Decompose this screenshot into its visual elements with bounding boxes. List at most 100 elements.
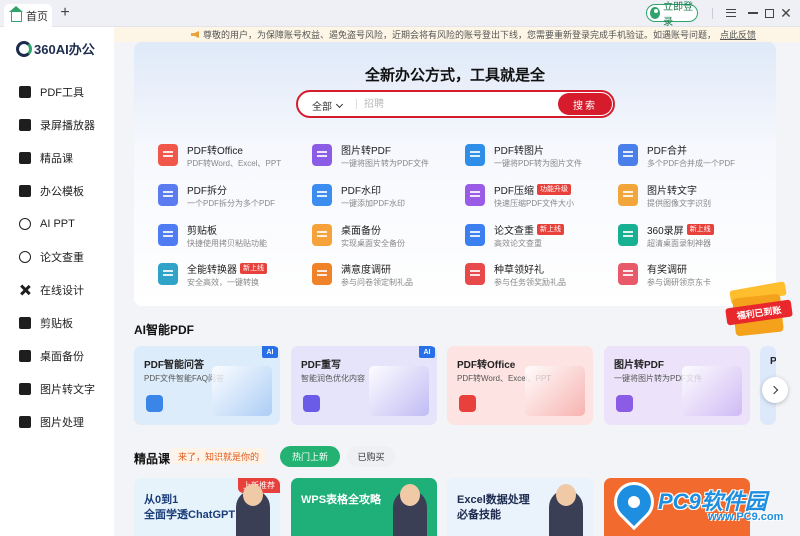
tool-item[interactable]: 论文查重 新上线 高效论文查重: [465, 222, 615, 252]
ai-card[interactable]: PDF重写 智能润色优化内容 AI: [291, 346, 437, 425]
sidebar-item-label: 剪贴板: [40, 317, 73, 330]
tab-home[interactable]: 首页: [4, 4, 52, 27]
hamburger-menu-icon: [726, 9, 736, 17]
titlebar-divider: [712, 8, 713, 19]
tool-item[interactable]: 全能转换器 新上线 安全高效，一键转换: [158, 261, 308, 291]
tool-item[interactable]: 图片转PDF 一键将图片转为PDF文件: [312, 142, 462, 172]
instructor-photo: [393, 484, 427, 536]
tab-purchased[interactable]: 已购买: [347, 446, 395, 467]
login-label: 立即登录: [663, 2, 694, 28]
course-slogan: 来了，知识就是你的: [172, 448, 266, 464]
ppt-icon: [19, 217, 31, 230]
user-avatar-icon: [650, 7, 661, 19]
sidebar-item-image-to-text[interactable]: 图片转文字: [0, 372, 114, 405]
search-divider: [356, 99, 357, 109]
record-icon: [19, 118, 31, 131]
tool-item[interactable]: PDF转图片 一键将PDF转为图片文件: [465, 142, 615, 172]
tool-name: PDF拆分: [187, 182, 227, 197]
sidebar-item-clipboard[interactable]: 剪贴板: [0, 306, 114, 339]
ai-card-title: PDF转Office: [457, 360, 516, 371]
search-scope-select[interactable]: 全部: [312, 98, 344, 113]
tool-name: PDF转Office: [187, 142, 243, 157]
tool-desc: 参与调研领京东卡: [647, 278, 711, 287]
tool-name-text: 满意度调研: [341, 265, 391, 276]
tool-name-text: PDF拆分: [187, 186, 227, 197]
tool-icon: [312, 224, 332, 246]
tool-item[interactable]: 360录屏 新上线 超清桌面录制神器: [618, 222, 768, 252]
menu-button[interactable]: [723, 5, 739, 21]
maximize-button[interactable]: [761, 5, 777, 21]
promo-gift[interactable]: 福利已到账: [724, 276, 794, 340]
sidebar-item-desktop-backup[interactable]: 桌面备份: [0, 339, 114, 372]
tool-desc: 快速压缩PDF文件大小: [494, 199, 574, 208]
sidebar-item-templates[interactable]: 办公模板: [0, 174, 114, 207]
ai-card[interactable]: PDF转Office PDF转Word、Excel、PPT: [447, 346, 593, 425]
ai-card-illustration: [369, 366, 429, 416]
course-subtitle: 全面学透ChatGPT: [144, 509, 236, 521]
sidebar-item-online-design[interactable]: 在线设计: [0, 273, 114, 306]
sidebar-item-courses[interactable]: 精品课: [0, 141, 114, 174]
tool-item[interactable]: PDF拆分 一个PDF拆分为多个PDF: [158, 182, 308, 212]
tab-hot-new[interactable]: 热门上新: [280, 446, 340, 467]
watermark-url: www.PC9.com: [708, 511, 784, 523]
ai-card-icon: [459, 395, 476, 412]
chevron-down-icon: [335, 100, 344, 108]
paper-check-icon: [19, 250, 31, 263]
tool-desc: 多个PDF合并成一个PDF: [647, 159, 735, 168]
tool-name: 桌面备份: [341, 222, 381, 237]
sidebar-item-recorder[interactable]: 录屏播放器: [0, 108, 114, 141]
ai-card[interactable]: PDF智能问答 PDF文件智能FAQ问答 AI: [134, 346, 280, 425]
course-card[interactable]: Excel数据处理 必备技能: [447, 478, 593, 536]
search-box: 全部 搜索: [296, 90, 615, 118]
tab-home-label: 首页: [26, 10, 48, 23]
tool-name: 剪贴板: [187, 222, 217, 237]
close-button[interactable]: ✕: [778, 5, 794, 21]
sidebar-item-paper-check[interactable]: 论文查重: [0, 240, 114, 273]
course-card[interactable]: 从0到1全面学透ChatGPT上新推荐: [134, 478, 280, 536]
login-button[interactable]: 立即登录: [646, 2, 698, 28]
clipboard-icon: [19, 316, 31, 329]
ai-card-desc: 智能润色优化内容: [301, 374, 365, 383]
tool-name: PDF合并: [647, 142, 687, 157]
ai-card-icon: [303, 395, 320, 412]
feedback-link[interactable]: 点此反馈: [720, 28, 756, 41]
tool-item[interactable]: PDF合并多个PDF合并成一个PDF: [618, 142, 768, 172]
tool-icon: [465, 184, 485, 206]
new-tab-button[interactable]: +: [57, 5, 73, 21]
course-card[interactable]: WPS表格全攻略: [291, 478, 437, 536]
tool-item[interactable]: PDF转Office PDF转Word、Excel、PPT: [158, 142, 308, 172]
search-input[interactable]: [364, 96, 554, 112]
sidebar-item-image-edit[interactable]: 图片处理: [0, 405, 114, 438]
tool-icon: [465, 144, 485, 166]
sidebar-item-ai-ppt[interactable]: AI PPT: [0, 207, 114, 240]
tool-item[interactable]: PDF水印 一键添加PDF水印: [312, 182, 462, 212]
tool-desc: 参与任务领奖励礼品: [494, 278, 566, 287]
title-bar: 首页 + 立即登录 ✕: [0, 0, 800, 28]
search-button[interactable]: 搜索: [558, 93, 612, 115]
ai-card[interactable]: 图片转PDF 一键将图片转为PDF文件: [604, 346, 750, 425]
tool-item[interactable]: 满意度调研 参与问卷领定制礼品: [312, 261, 462, 291]
tool-desc: 一键将图片转为PDF文件: [341, 159, 429, 168]
tool-name: 有奖调研: [647, 261, 687, 276]
tool-item[interactable]: PDF压缩 功能升级 快速压缩PDF文件大小: [465, 182, 615, 212]
sidebar-item-label: 办公模板: [40, 185, 84, 198]
tool-item[interactable]: 剪贴板 快捷使用拷贝粘贴功能: [158, 222, 308, 252]
tool-icon: [618, 184, 638, 206]
tool-icon: [465, 263, 485, 285]
ai-card-illustration: [682, 366, 742, 416]
course-icon: [19, 151, 31, 164]
sidebar-item-label: 论文查重: [40, 251, 84, 264]
tool-item[interactable]: 图片转文字 提供图像文字识别: [618, 182, 768, 212]
tool-desc: PDF转Word、Excel、PPT: [187, 159, 282, 168]
tool-item[interactable]: 桌面备份 实现桌面安全备份: [312, 222, 462, 252]
tool-item[interactable]: 种草领好礼 参与任务领奖励礼品: [465, 261, 615, 291]
close-icon: ✕: [780, 4, 792, 21]
tool-name-text: 360录屏: [647, 226, 684, 237]
minimize-button[interactable]: [745, 5, 761, 21]
ai-card-title: PDF智能问答: [144, 360, 204, 371]
ai-card-title: 图片转PDF: [614, 360, 664, 371]
carousel-next-button[interactable]: [762, 377, 788, 403]
sidebar-item-label: 桌面备份: [40, 350, 84, 363]
tool-desc: 一键添加PDF水印: [341, 199, 405, 208]
sidebar-item-pdf-tools[interactable]: PDF工具: [0, 75, 114, 108]
